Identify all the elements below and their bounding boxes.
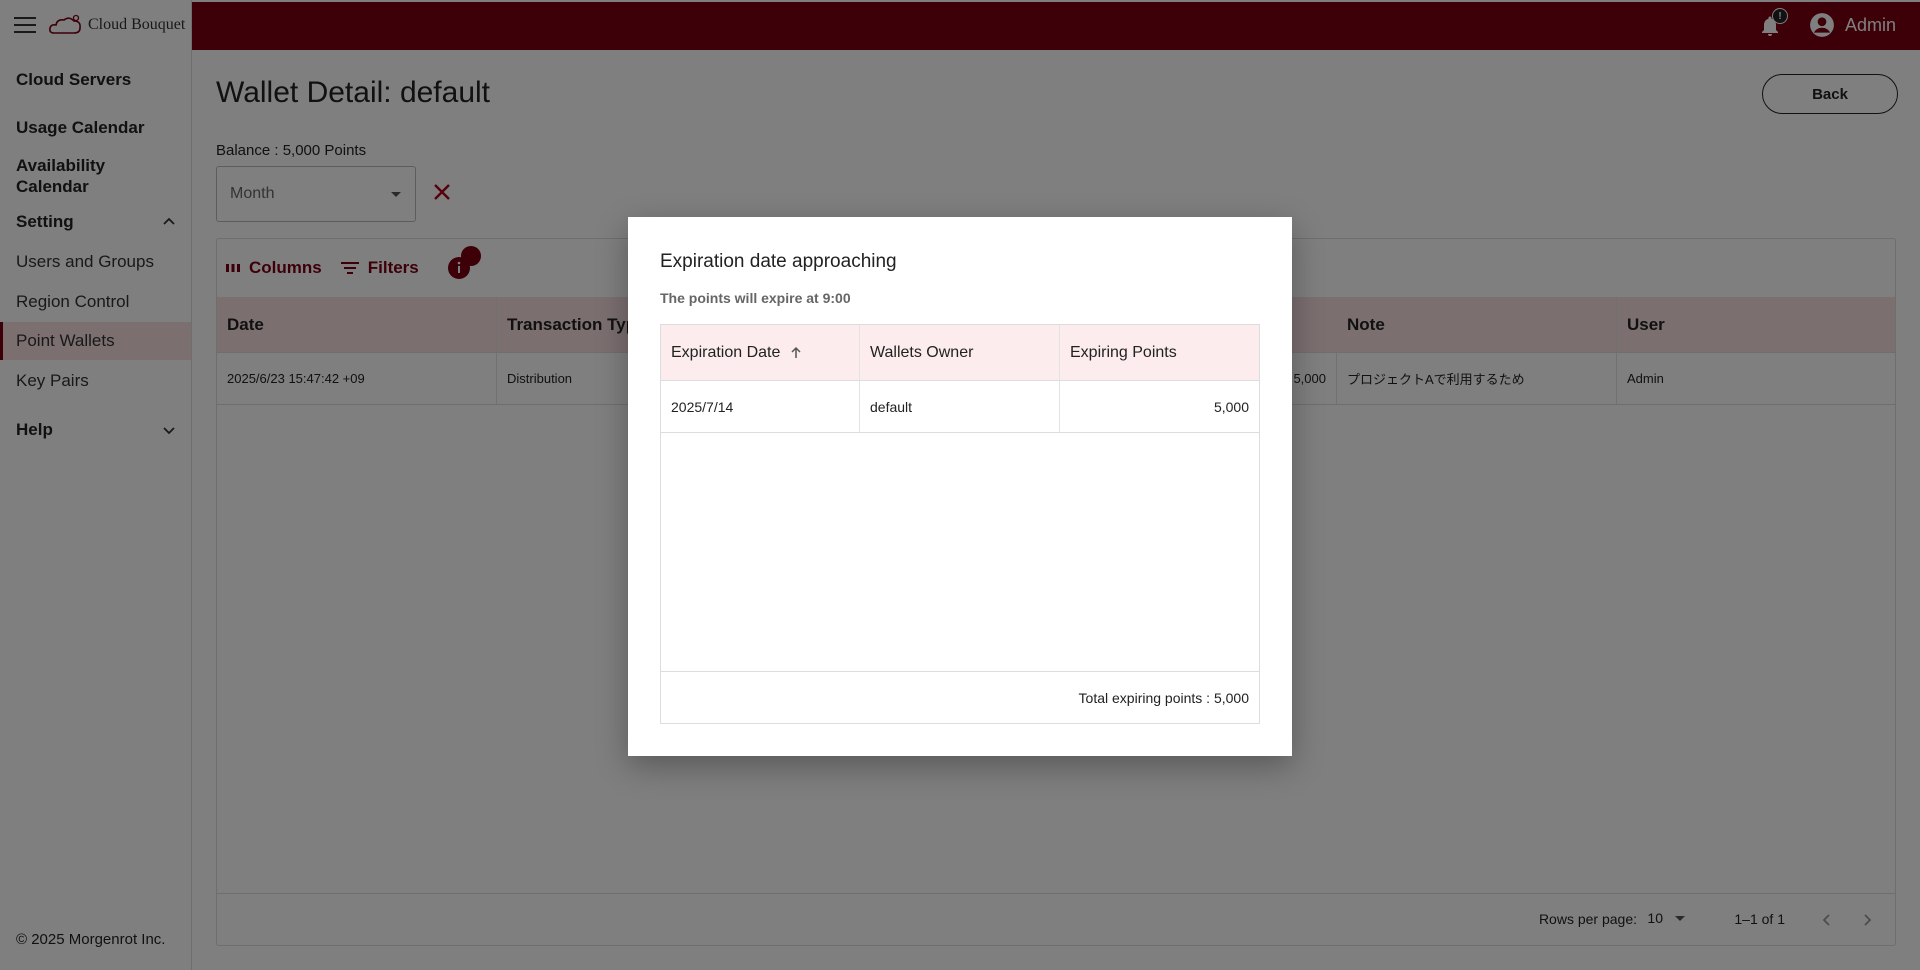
arrow-up-icon [791,346,801,358]
total-expiring-points: Total expiring points : 5,000 [1078,689,1249,706]
cell-expiring-points: 5,000 [1213,398,1249,415]
expiring-points-table: Expiration Date Wallets Owner Expiring P… [660,324,1260,724]
dialog-table-footer: Total expiring points : 5,000 [661,671,1259,723]
column-header-expiring-points[interactable]: Expiring Points [1060,325,1259,380]
dialog-table-header: Expiration Date Wallets Owner Expiring P… [661,325,1259,381]
column-header-expiration-date[interactable]: Expiration Date [661,325,860,380]
cell-expiration-date: 2025/7/14 [661,381,860,432]
dialog-title: Expiration date approaching [660,251,897,272]
table-row[interactable]: 2025/7/14 default 5,000 [661,381,1259,433]
expiration-dialog: Expiration date approaching The points w… [628,217,1292,756]
column-header-wallets-owner[interactable]: Wallets Owner [860,325,1060,380]
column-label: Expiration Date [671,343,781,361]
dialog-subtitle: The points will expire at 9:00 [660,290,851,306]
cell-wallets-owner: default [860,381,1060,432]
